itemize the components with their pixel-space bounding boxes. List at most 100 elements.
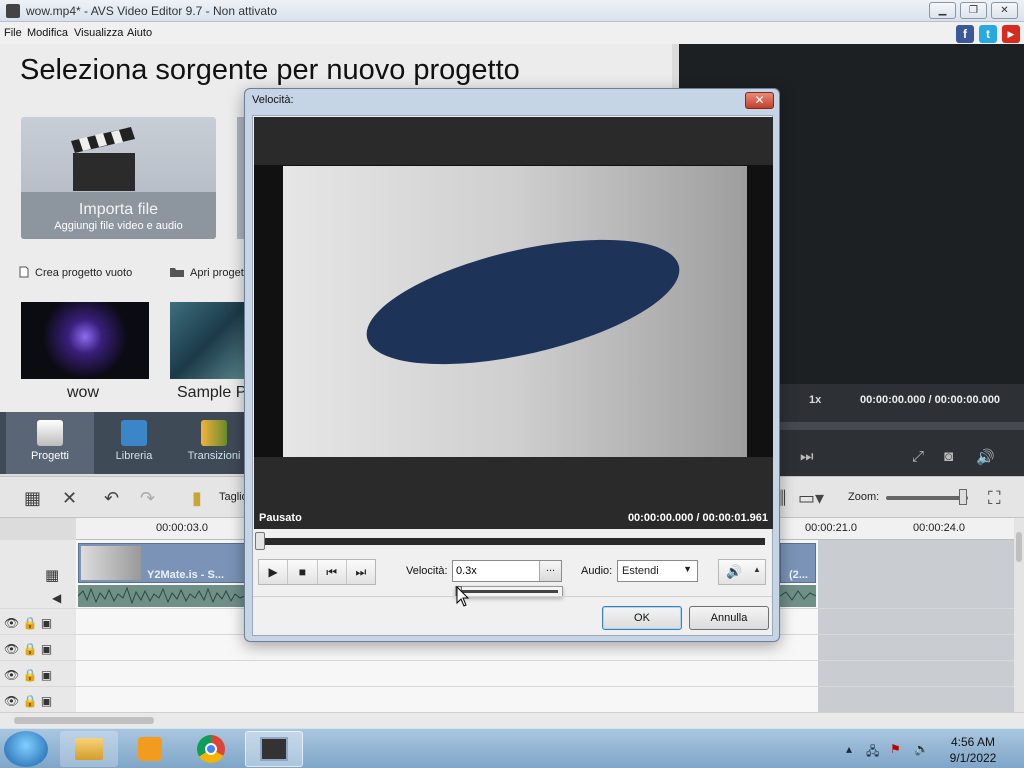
window-title: wow.mp4* - AVS Video Editor 9.7 - Non at… [26,4,278,18]
audio-waveform[interactable] [780,585,816,607]
clip-label: (2... [789,569,808,581]
avs-editor-taskbar-button[interactable] [245,731,303,767]
speed-slider-track[interactable] [462,590,558,593]
track-visibility-icons[interactable]: 👁 🔒 ▣ [4,642,52,656]
menu-file[interactable]: File [4,27,22,39]
dialog-seekbar[interactable] [260,538,765,545]
track-divider [0,686,1014,687]
preview-time: 00:00:00.000 / 00:00:00.000 [860,394,1001,406]
dialog-volume-button[interactable]: 🔊 ▲ [718,559,766,585]
dialog-video-preview [254,117,773,507]
menu-help[interactable]: Aiuto [127,27,152,39]
speed-more-button[interactable]: ... [539,561,561,581]
cancel-button[interactable]: Annulla [689,606,769,630]
video-clip[interactable]: (2... [780,543,816,583]
track-divider [0,660,1014,661]
video-track-icon: ▦ [45,567,60,584]
undo-icon[interactable]: ↶ [104,488,119,509]
maximize-button[interactable]: ❐ [960,2,987,19]
taskbar-clock[interactable]: 4:56 AM 9/1/2022 [938,734,1008,766]
close-button[interactable]: ✕ [991,2,1018,19]
stop-button[interactable]: ■ [288,560,318,584]
video-clip[interactable]: Y2Mate.is - S... [78,543,245,583]
chevron-up-icon: ▲ [753,565,761,574]
show-hidden-icons[interactable]: ▴ [846,742,852,756]
tab-library[interactable]: Libreria [90,412,178,474]
next-frame-button[interactable]: ⏭ [347,560,375,584]
zoom-slider[interactable] [886,496,968,500]
fullscreen-icon[interactable]: ⤢ [912,448,924,465]
start-button[interactable] [4,731,48,767]
snapshot-icon[interactable]: ◙ [944,448,953,465]
volume-tray-icon[interactable]: 🔈 [914,742,929,756]
audio-waveform[interactable] [78,585,245,607]
explorer-taskbar-button[interactable] [60,731,118,767]
open-project-link[interactable]: Apri proget [169,266,244,279]
timeline-vertical-scrollbar[interactable] [1014,518,1024,712]
ruler-tick: 00:00:03.0 [156,522,208,534]
speed-label: Velocità: [406,565,448,577]
timeline-horizontal-scrollbar[interactable] [0,712,1024,728]
import-file-tile[interactable]: Importa file Aggiungi file video e audio [21,117,216,239]
recent-project-thumb-sample[interactable] [170,302,250,379]
twitter-icon[interactable]: t [979,25,997,43]
chevron-down-icon: ▼ [683,564,692,574]
audio-label: Audio: [581,565,613,577]
track-visibility-icons[interactable]: 👁 🔒 ▣ [4,694,52,708]
media-player-taskbar-button[interactable] [121,731,179,767]
clapperboard-icon [71,127,135,191]
speed-input[interactable] [456,563,534,579]
track-visibility-icons[interactable]: 👁 🔒 ▣ [4,616,52,630]
transitions-icon [201,420,227,446]
projects-icon [37,420,63,446]
ruler-tick: 00:00:21.0 [805,522,857,534]
storyboard-icon[interactable]: ▦ [24,488,41,509]
create-empty-project-link[interactable]: Crea progetto vuoto [18,266,132,279]
recent-project-thumb-wow[interactable] [21,302,149,379]
menu-view[interactable]: Visualizza [74,27,123,39]
fit-icon[interactable]: ⛶ [988,488,1001,509]
scrollbar-thumb[interactable] [14,717,154,724]
facebook-icon[interactable]: f [956,25,974,43]
minimize-button[interactable]: ▁ [929,2,956,19]
audio-mode-select[interactable]: Estendi ▼ [617,560,698,582]
menubar: File Modifica Visualizza Aiuto f t ▶ [0,22,1024,44]
network-icon[interactable]: 🖧 [866,742,879,763]
film-icon [121,420,147,446]
scrollbar-thumb[interactable] [1016,532,1022,562]
speed-dialog: Velocità: ✕ Pausato 00:00:00.000 / 00:00… [244,88,780,642]
clock-time: 4:56 AM [950,735,996,749]
volume-icon[interactable]: 🔊 [976,448,995,466]
ok-button[interactable]: OK [602,606,682,630]
action-center-icon[interactable]: ⚑ [890,742,901,756]
redo-icon[interactable]: ↷ [140,488,155,509]
delete-icon[interactable]: ✕ [62,488,77,509]
recent-project-label: wow [67,384,100,401]
preview-speed[interactable]: 1x [809,394,821,406]
zoom-slider-thumb[interactable] [959,489,967,505]
dialog-close-button[interactable]: ✕ [745,92,774,109]
play-button[interactable]: ▶ [259,560,289,584]
speed-field[interactable]: ... [452,560,562,582]
display-icon[interactable]: ▭▾ [798,488,824,509]
chrome-taskbar-button[interactable] [182,731,240,767]
dialog-separator [253,596,772,597]
tab-projects[interactable]: Progetti [6,412,94,474]
preview-seekbar[interactable] [779,422,1024,430]
trim-icon[interactable]: ▮ [192,488,202,509]
import-file-title: Importa file [78,201,159,218]
video-frame [283,166,747,457]
audio-mute-icon[interactable]: ◀ [52,591,61,605]
dialog-seekbar-thumb[interactable] [255,532,265,550]
youtube-icon[interactable]: ▶ [1002,25,1020,43]
tab-label: Progetti [31,450,69,462]
clip-thumbnail [81,546,141,580]
media-player-icon [138,737,162,761]
track-visibility-icons[interactable]: 👁 🔒 ▣ [4,668,52,682]
dialog-status-bar: Pausato 00:00:00.000 / 00:00:01.961 [254,507,773,529]
previous-frame-button[interactable]: ⏮ [318,560,347,584]
dialog-title: Velocità: [252,94,294,106]
menu-edit[interactable]: Modifica [27,27,68,39]
next-frame-icon[interactable]: ⏭ [800,448,814,465]
speaker-icon: 🔊 [726,564,743,579]
